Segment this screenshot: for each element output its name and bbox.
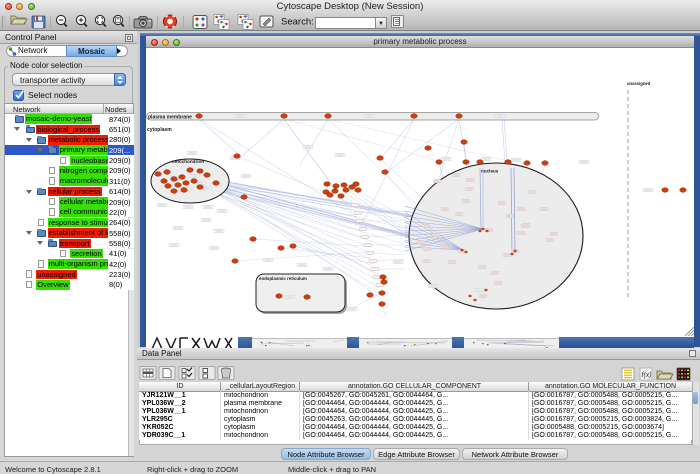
svg-text:f(x): f(x) — [642, 372, 652, 379]
